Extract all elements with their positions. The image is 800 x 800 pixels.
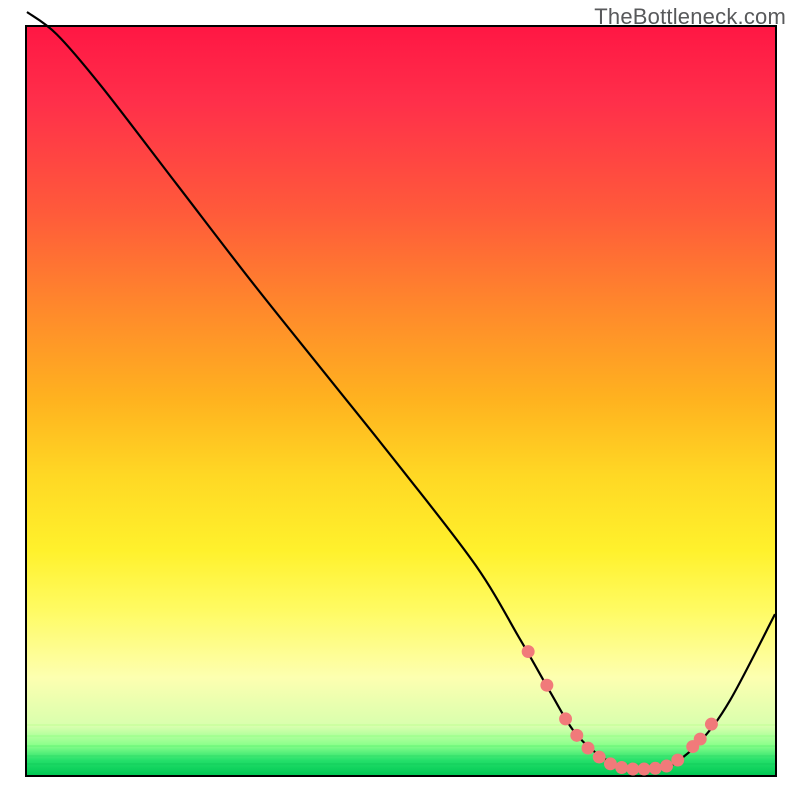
watermark-text: TheBottleneck.com (594, 4, 786, 30)
data-marker (540, 679, 553, 692)
data-marker (559, 712, 572, 725)
data-marker (705, 718, 718, 731)
data-marker (638, 763, 651, 776)
data-marker (694, 733, 707, 746)
bottleneck-curve (27, 12, 775, 769)
data-marker (649, 762, 662, 775)
chart-svg (27, 27, 775, 775)
data-marker (570, 729, 583, 742)
data-marker (582, 742, 595, 755)
data-marker (660, 760, 673, 773)
data-marker (604, 757, 617, 770)
data-marker (593, 751, 606, 764)
chart-frame (25, 25, 777, 777)
marker-group (522, 645, 718, 775)
data-marker (671, 754, 684, 767)
data-marker (522, 645, 535, 658)
data-marker (626, 763, 639, 776)
data-marker (615, 761, 628, 774)
